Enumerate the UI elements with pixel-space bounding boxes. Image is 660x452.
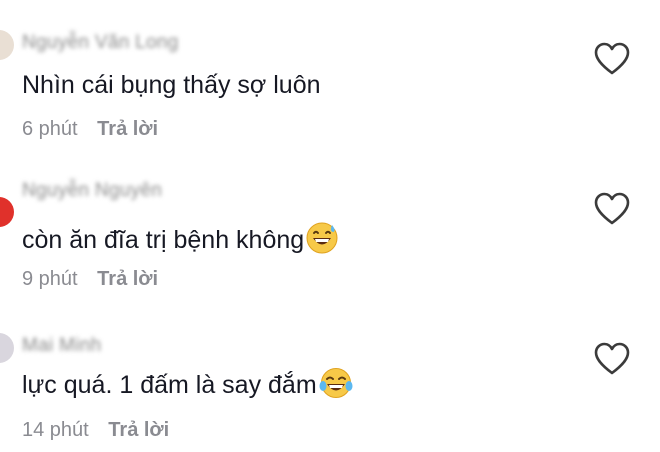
heart-outline-icon[interactable] bbox=[594, 192, 630, 226]
comment-text: còn ăn đĩa trị bệnh không bbox=[22, 222, 338, 255]
comment-text-content: lực quá. 1 đấm là say đắm bbox=[22, 371, 317, 399]
comment-text: lực quá. 1 đấm là say đắm bbox=[22, 367, 353, 400]
reply-button[interactable]: Trả lời bbox=[108, 419, 169, 441]
avatar[interactable] bbox=[0, 197, 14, 227]
heart-outline-icon[interactable] bbox=[594, 342, 630, 376]
comment-text: Nhìn cái bụng thấy sợ luôn bbox=[22, 70, 321, 100]
comment-username[interactable]: Nguyễn Nguyên bbox=[22, 180, 162, 202]
tears-of-joy-emoji bbox=[319, 368, 353, 398]
comment-meta: 14 phút Trả lời bbox=[22, 419, 169, 442]
heart-outline-icon[interactable] bbox=[594, 42, 630, 76]
reply-button[interactable]: Trả lời bbox=[97, 268, 158, 290]
comment-time: 14 phút bbox=[22, 419, 89, 441]
comment-meta: 6 phút Trả lời bbox=[22, 118, 158, 141]
grinning-sweat-emoji bbox=[306, 222, 338, 254]
avatar[interactable] bbox=[0, 30, 14, 60]
reply-button[interactable]: Trả lời bbox=[97, 118, 158, 140]
comment-text-content: Nhìn cái bụng thấy sợ luôn bbox=[22, 71, 321, 99]
comment-username[interactable]: Mai Minh bbox=[22, 335, 101, 357]
comment-text-content: còn ăn đĩa trị bệnh không bbox=[22, 226, 305, 254]
comment-time: 9 phút bbox=[22, 268, 78, 290]
comment-time: 6 phút bbox=[22, 118, 78, 140]
comment-username[interactable]: Nguyễn Văn Long bbox=[22, 32, 179, 54]
comment-meta: 9 phút Trả lời bbox=[22, 268, 158, 291]
avatar[interactable] bbox=[0, 333, 14, 363]
